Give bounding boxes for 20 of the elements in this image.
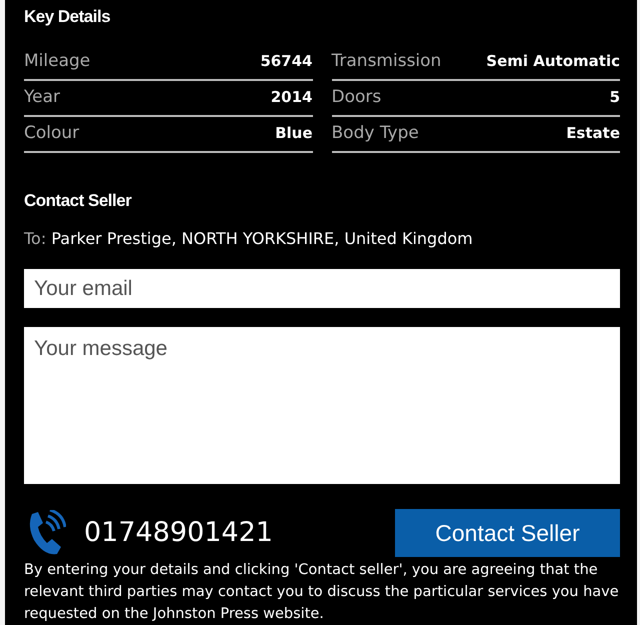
- detail-value: 2014: [270, 87, 312, 108]
- detail-value: Blue: [275, 123, 312, 144]
- detail-label: Body Type: [332, 122, 419, 145]
- detail-label: Mileage: [24, 50, 90, 73]
- section-title: Contact Seller: [24, 190, 133, 212]
- detail-value: Semi Automatic: [486, 51, 620, 72]
- detail-value: 5: [610, 87, 620, 108]
- detail-value: Estate: [566, 123, 620, 144]
- message-field[interactable]: Your message: [24, 327, 620, 484]
- detail-value: 56744: [260, 51, 312, 72]
- phone-number: 01748901421: [84, 516, 273, 550]
- section-title: Key Details: [24, 6, 112, 28]
- recipient-text: To: Parker Prestige, NORTH YORKSHIRE, United Kingdom: [24, 228, 474, 250]
- detail-label: Colour: [24, 122, 80, 145]
- detail-label: Transmission: [332, 50, 442, 73]
- detail-label: Doors: [332, 86, 382, 109]
- detail-label: Year: [24, 86, 60, 109]
- disclaimer-text: By entering your details and clicking 'Contact seller', you are agreeing that the relevant third parties may contact you to discuss the particular services you have requested on the Johnston Press website.: [24, 561, 620, 624]
- email-field[interactable]: Your email: [24, 269, 620, 308]
- contact-seller-button[interactable]: Contact Seller: [395, 509, 620, 557]
